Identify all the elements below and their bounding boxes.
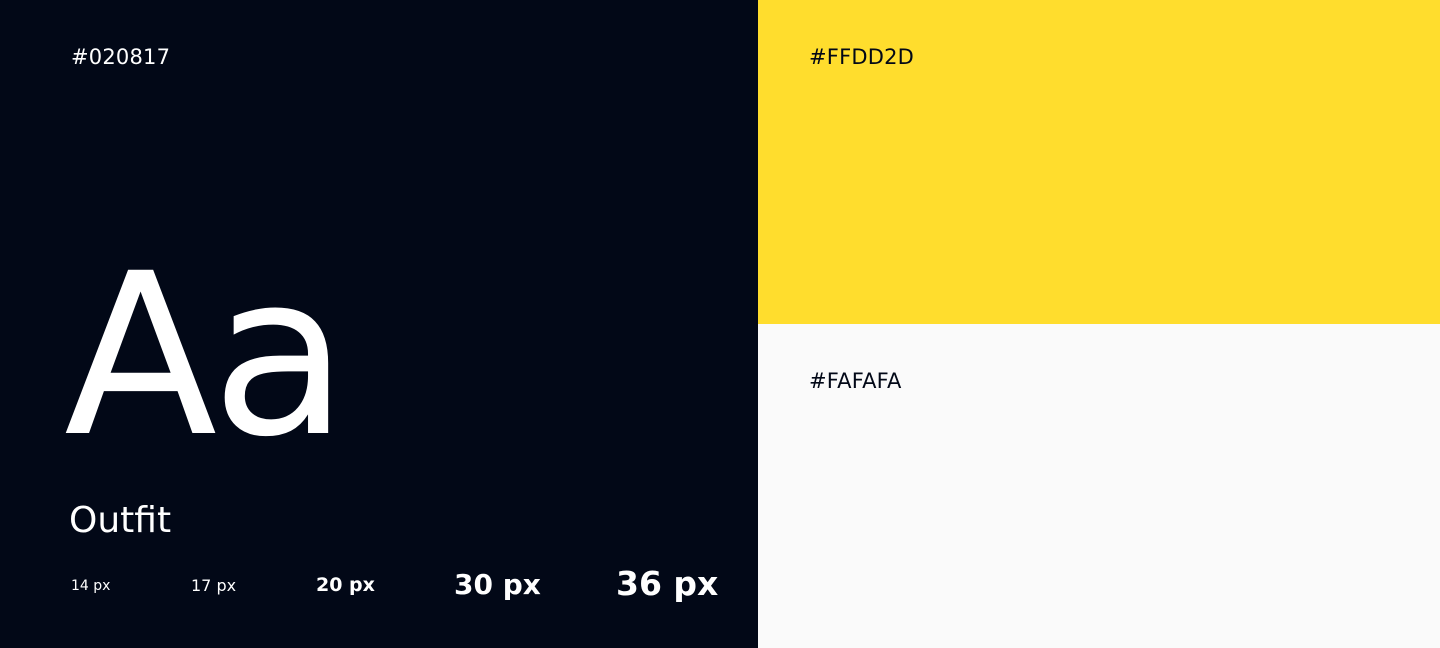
light-hex-label: #FAFAFA [809, 369, 902, 393]
accent-hex-label: #FFDD2D [809, 45, 915, 69]
font-size-sample-30: 30 px [454, 568, 541, 601]
font-size-sample-20: 20 px [316, 574, 375, 596]
dark-hex-label: #020817 [71, 45, 171, 69]
dark-color-panel: #020817 Aa Outfit 14 px 17 px 20 px 30 p… [0, 0, 758, 648]
accent-color-swatch: #FFDD2D [758, 0, 1440, 324]
font-size-sample-36: 36 px [616, 564, 719, 603]
font-specimen: Aa [64, 225, 348, 486]
font-size-sample-14: 14 px [71, 578, 111, 594]
light-color-swatch: #FAFAFA [758, 324, 1440, 648]
font-size-sample-17: 17 px [191, 576, 237, 595]
font-name: Outfit [69, 500, 172, 541]
